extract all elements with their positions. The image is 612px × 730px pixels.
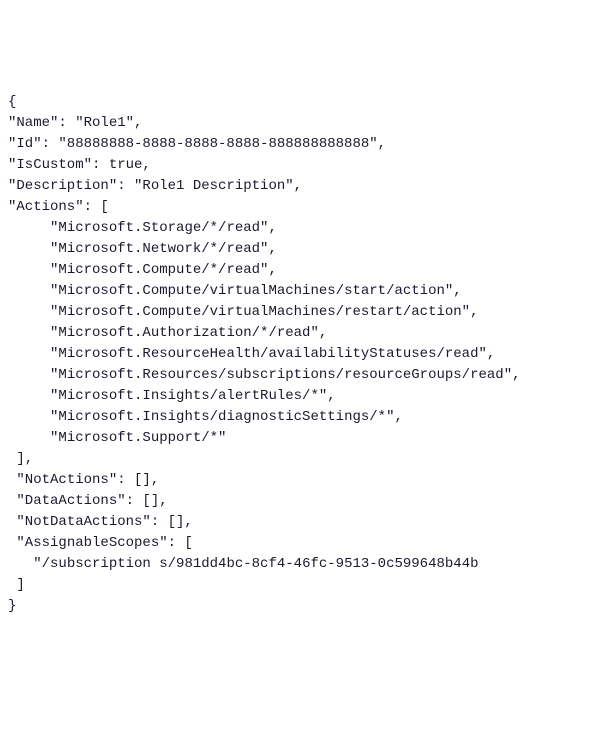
json-action-item: "Microsoft.Support/*" (50, 430, 226, 446)
json-name-line: "Name": "Role1", (8, 115, 142, 131)
json-open-brace: { (8, 94, 16, 110)
json-action-item: "Microsoft.Authorization/*/read", (50, 325, 327, 341)
json-actions-close: ], (16, 451, 33, 467)
json-actions-open: "Actions": [ (8, 199, 109, 215)
json-action-item: "Microsoft.Insights/diagnosticSettings/*… (50, 409, 403, 425)
json-action-item: "Microsoft.Compute/virtualMachines/start… (50, 283, 462, 299)
json-dataactions-line: "DataActions": [], (16, 493, 167, 509)
json-notdataactions-line: "NotDataActions": [], (16, 514, 192, 530)
json-close-brace: } (8, 598, 16, 614)
json-action-item: "Microsoft.ResourceHealth/availabilitySt… (50, 346, 495, 362)
json-action-item: "Microsoft.Resources/subscriptions/resou… (50, 367, 520, 383)
json-action-item: "Microsoft.Storage/*/read", (50, 220, 277, 236)
json-action-item: "Microsoft.Network/*/read", (50, 241, 277, 257)
json-assignablescopes-open: "AssignableScopes": [ (16, 535, 192, 551)
json-id-line: "Id": "88888888-8888-8888-8888-888888888… (8, 136, 386, 152)
json-action-item: "Microsoft.Compute/*/read", (50, 262, 277, 278)
json-code-block: { "Name": "Role1", "Id": "88888888-8888-… (8, 92, 604, 617)
json-description-line: "Description": "Role1 Description", (8, 178, 302, 194)
json-assignablescopes-close: ] (16, 577, 24, 593)
json-iscustom-line: "IsCustom": true, (8, 157, 151, 173)
json-action-item: "Microsoft.Insights/alertRules/*", (50, 388, 336, 404)
json-notactions-line: "NotActions": [], (16, 472, 159, 488)
json-action-item: "Microsoft.Compute/virtualMachines/resta… (50, 304, 478, 320)
json-assignablescopes-value: "/subscription s/981dd4bc-8cf4-46fc-9513… (33, 556, 478, 572)
